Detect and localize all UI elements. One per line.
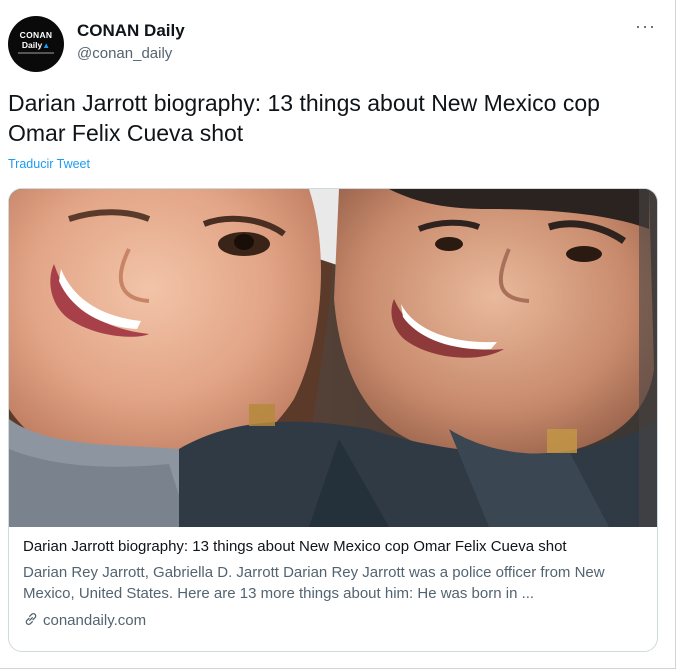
tweet-text: Darian Jarrott biography: 13 things abou… — [8, 90, 600, 146]
card-domain: conandaily.com — [23, 611, 146, 629]
triangle-icon: ▲ — [42, 41, 51, 50]
user-handle[interactable]: @conan_daily — [77, 45, 172, 62]
card-domain-text: conandaily.com — [43, 612, 147, 629]
translate-tweet-link[interactable]: Traducir Tweet — [8, 157, 90, 171]
tweet-header: CONAN Daily▲ CONAN Daily @conan_daily ··… — [8, 16, 660, 72]
tweet-container: CONAN Daily▲ CONAN Daily @conan_daily ··… — [0, 0, 676, 669]
link-icon — [25, 613, 37, 625]
avatar-logo-underline — [18, 52, 54, 54]
link-preview-card[interactable]: Darian Jarrott biography: 13 things abou… — [8, 188, 658, 652]
avatar-logo-line2: Daily▲ — [21, 40, 51, 50]
card-body: Darian Jarrott biography: 13 things abou… — [9, 527, 657, 651]
card-title: Darian Jarrott biography: 13 things abou… — [23, 538, 567, 555]
card-photo[interactable] — [9, 189, 658, 527]
avatar[interactable]: CONAN Daily▲ — [8, 16, 64, 72]
display-name[interactable]: CONAN Daily — [77, 21, 185, 41]
more-options-icon[interactable]: ··· — [635, 16, 656, 37]
card-description: Darian Rey Jarrott, Gabriella D. Jarrott… — [23, 564, 605, 602]
avatar-logo-line1: CONAN — [19, 30, 53, 40]
